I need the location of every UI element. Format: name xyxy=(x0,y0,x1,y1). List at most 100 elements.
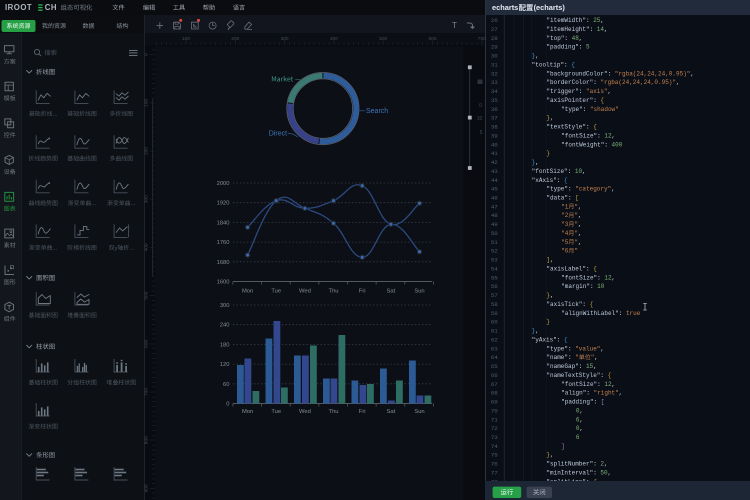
svg-text:62: 62 xyxy=(491,336,498,343)
svg-text:0: 0 xyxy=(479,103,482,109)
svg-text:50: 50 xyxy=(491,230,498,237)
svg-text::: : xyxy=(593,79,600,86)
svg-text:,: , xyxy=(550,115,554,122)
svg-text:,: , xyxy=(608,469,612,476)
svg-text:5: 5 xyxy=(586,44,590,51)
svg-text::: : xyxy=(604,141,611,148)
svg-text:"borderColor": "borderColor" xyxy=(546,79,593,86)
svg-text:300: 300 xyxy=(143,195,149,203)
svg-text:"6: "6 xyxy=(561,248,569,255)
svg-text:"padding": "padding" xyxy=(546,44,578,51)
svg-text:55: 55 xyxy=(491,274,498,281)
svg-text::: : xyxy=(557,336,564,343)
svg-text:26: 26 xyxy=(491,17,498,24)
svg-text:600: 600 xyxy=(428,36,436,42)
svg-text:,: , xyxy=(550,257,554,264)
svg-text:Thu: Thu xyxy=(329,409,339,415)
svg-text:67: 67 xyxy=(491,381,498,388)
svg-text:Search: Search xyxy=(366,108,388,115)
svg-text::: : xyxy=(568,345,575,352)
svg-text:"nameTextStyle": "nameTextStyle" xyxy=(546,372,600,379)
svg-text:"splitNumber": "splitNumber" xyxy=(546,461,593,468)
svg-text:64: 64 xyxy=(491,354,498,361)
svg-text:40: 40 xyxy=(491,141,498,148)
svg-text:"alignWithLabel": "alignWithLabel" xyxy=(561,310,619,317)
svg-text:,: , xyxy=(612,381,616,388)
svg-text:30: 30 xyxy=(491,53,498,60)
svg-text:"rgba(24,24,24,0.95)": "rgba(24,24,24,0.95)" xyxy=(600,79,676,86)
svg-text:57: 57 xyxy=(491,292,498,299)
svg-text:1600: 1600 xyxy=(217,280,230,286)
svg-text:60: 60 xyxy=(491,319,498,326)
svg-text:Direct: Direct xyxy=(269,131,287,138)
svg-text:Sat: Sat xyxy=(386,409,395,415)
svg-text::: : xyxy=(557,177,564,184)
svg-text:,: , xyxy=(550,452,554,459)
svg-text:600: 600 xyxy=(143,339,149,347)
svg-text::: : xyxy=(579,363,586,370)
svg-text:"5: "5 xyxy=(561,239,569,246)
svg-text:53: 53 xyxy=(491,257,498,264)
svg-text:"trigger": "trigger" xyxy=(546,88,578,95)
svg-text:69: 69 xyxy=(491,399,498,406)
svg-text:1920: 1920 xyxy=(217,201,230,207)
svg-text::: : xyxy=(586,17,593,24)
svg-text::: : xyxy=(579,44,586,51)
svg-text::: : xyxy=(608,70,615,77)
svg-text:"4: "4 xyxy=(561,230,569,237)
svg-text:32: 32 xyxy=(491,70,498,77)
svg-text:42: 42 xyxy=(491,159,498,166)
svg-text:,: , xyxy=(580,407,584,414)
svg-text:,: , xyxy=(600,345,604,352)
svg-text::: : xyxy=(597,381,604,388)
svg-text:{: { xyxy=(564,177,568,184)
svg-text:": " xyxy=(575,354,579,361)
svg-text:,: , xyxy=(578,239,582,246)
svg-text:"type": "type" xyxy=(546,186,568,193)
svg-text:28: 28 xyxy=(491,35,498,42)
svg-text::: : xyxy=(619,310,626,317)
svg-text:echarts: echarts xyxy=(492,3,518,12)
svg-text:66: 66 xyxy=(491,372,498,379)
svg-text:,: , xyxy=(600,17,604,24)
svg-text:": " xyxy=(574,248,578,255)
svg-text::: : xyxy=(586,124,593,131)
svg-text:700: 700 xyxy=(478,36,486,42)
svg-text:Mon: Mon xyxy=(242,288,253,294)
svg-text:]: ] xyxy=(561,443,565,450)
svg-text:63: 63 xyxy=(491,345,498,352)
svg-text:[: [ xyxy=(601,399,605,406)
svg-text:"type": "type" xyxy=(546,345,568,352)
svg-text::: : xyxy=(568,195,575,202)
svg-text::: : xyxy=(586,390,593,397)
svg-text:"margin": "margin" xyxy=(561,283,590,290)
svg-text:41: 41 xyxy=(491,150,498,157)
svg-text:IROOT: IROOT xyxy=(5,3,32,12)
svg-text:180: 180 xyxy=(220,342,230,348)
svg-text:{: { xyxy=(571,61,575,68)
svg-text:,: , xyxy=(535,53,539,60)
svg-text:,: , xyxy=(593,363,597,370)
svg-text:,: , xyxy=(611,186,615,193)
svg-text:1760: 1760 xyxy=(217,240,230,246)
svg-text:Fri: Fri xyxy=(359,288,366,294)
svg-text:{: { xyxy=(593,265,597,272)
svg-text:Thu: Thu xyxy=(329,288,339,294)
svg-text:39: 39 xyxy=(491,132,498,139)
svg-text:"axisTick": "axisTick" xyxy=(546,301,582,308)
svg-text:,: , xyxy=(578,203,582,210)
svg-text:,: , xyxy=(612,132,616,139)
svg-text:240: 240 xyxy=(220,323,230,329)
svg-text:59: 59 xyxy=(491,310,498,317)
svg-text:36: 36 xyxy=(491,106,498,113)
svg-text::: : xyxy=(579,88,586,95)
svg-text:46: 46 xyxy=(491,195,498,202)
svg-text:72: 72 xyxy=(491,425,498,432)
svg-text:100: 100 xyxy=(143,98,149,106)
svg-text::: : xyxy=(582,301,589,308)
svg-text::: : xyxy=(600,372,607,379)
svg-text:"axisPointer": "axisPointer" xyxy=(546,97,593,104)
svg-text:49: 49 xyxy=(491,221,498,228)
svg-text:[: [ xyxy=(575,195,579,202)
svg-text:77: 77 xyxy=(491,469,498,476)
